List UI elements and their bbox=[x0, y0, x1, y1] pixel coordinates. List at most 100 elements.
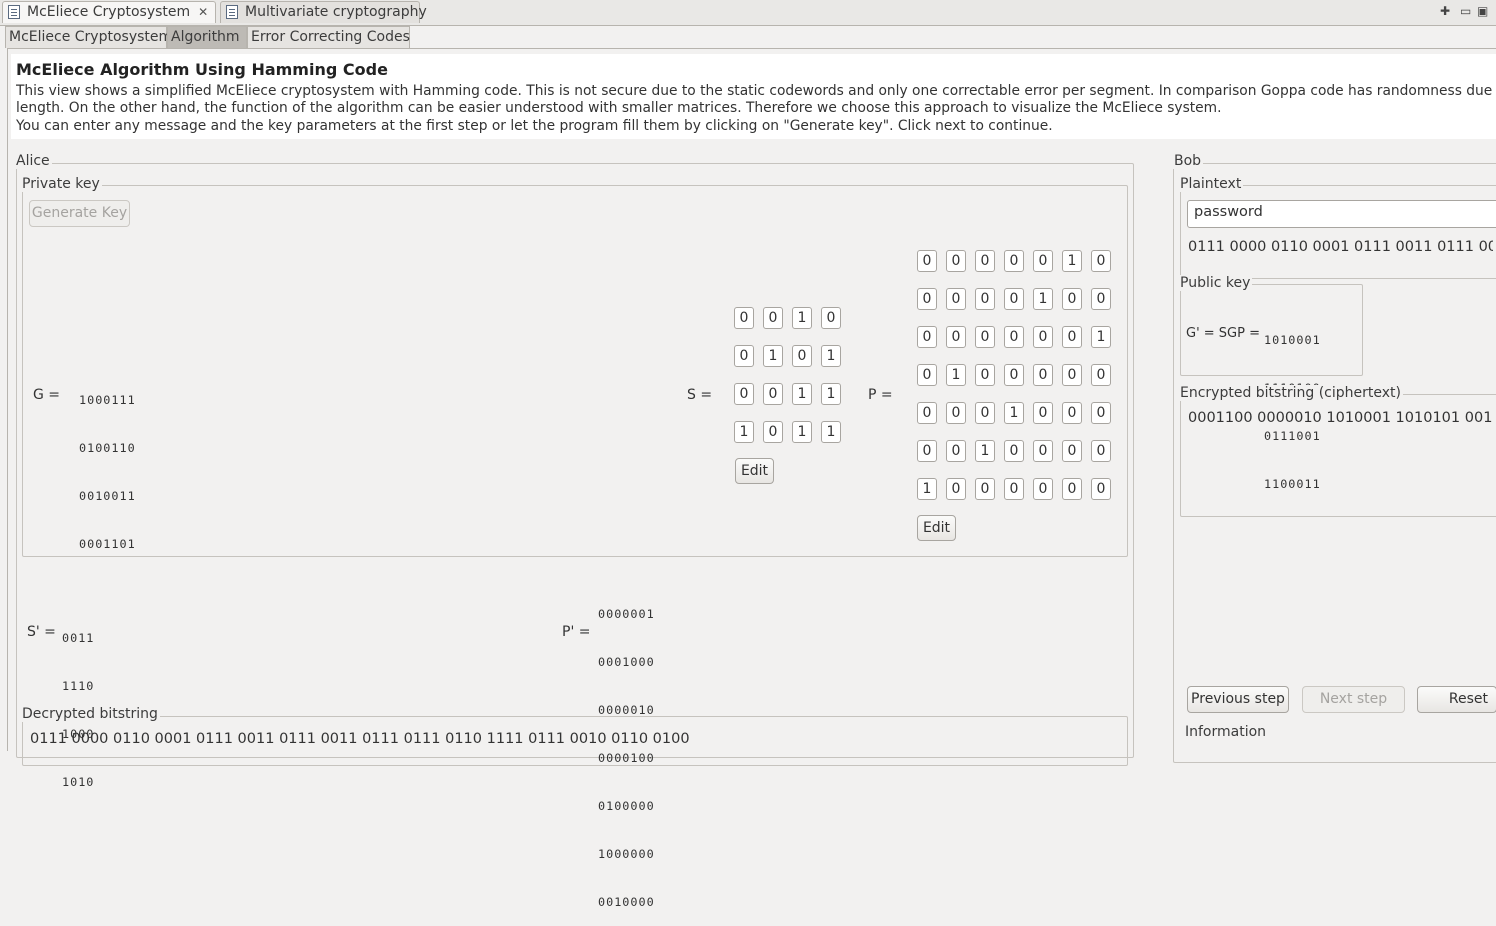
next-step-button[interactable]: Next step bbox=[1302, 686, 1405, 713]
p-cell[interactable]: 0 bbox=[917, 402, 937, 424]
s-cell[interactable]: 0 bbox=[734, 345, 754, 367]
editor-tab-bar: McEliece Cryptosystem ✕ Multivariate cryp… bbox=[0, 0, 1496, 26]
p-cell[interactable]: 0 bbox=[975, 250, 995, 272]
p-cell[interactable]: 0 bbox=[1004, 478, 1024, 500]
p-cell[interactable]: 1 bbox=[946, 364, 966, 386]
bob-label: Bob bbox=[1172, 153, 1204, 169]
s-cell[interactable]: 0 bbox=[734, 307, 754, 329]
p-cell[interactable]: 0 bbox=[975, 478, 995, 500]
p-cell[interactable]: 0 bbox=[975, 364, 995, 386]
public-key-label: Public key bbox=[1178, 275, 1253, 291]
p-cell[interactable]: 0 bbox=[975, 326, 995, 348]
public-key-g-label: G' = SGP = bbox=[1186, 326, 1260, 341]
p-cell[interactable]: 0 bbox=[946, 250, 966, 272]
p-cell[interactable]: 0 bbox=[975, 288, 995, 310]
plaintext-bits: 0111 0000 0110 0001 0111 0011 0111 0011 … bbox=[1188, 239, 1493, 255]
description-line: length. On the other hand, the function … bbox=[16, 100, 1222, 117]
s-cell[interactable]: 0 bbox=[763, 307, 783, 329]
p-cell[interactable]: 0 bbox=[917, 326, 937, 348]
p-cell[interactable]: 0 bbox=[946, 402, 966, 424]
editor-tab-mceliece[interactable]: McEliece Cryptosystem ✕ bbox=[2, 1, 216, 23]
p-cell[interactable]: 0 bbox=[1033, 478, 1053, 500]
g-matrix: 1000111 0100110 0010011 0001101 bbox=[79, 393, 136, 551]
p-cell[interactable]: 0 bbox=[1091, 288, 1111, 310]
s-cell[interactable]: 1 bbox=[763, 345, 783, 367]
private-key-label: Private key bbox=[20, 176, 102, 192]
p-cell[interactable]: 0 bbox=[917, 364, 937, 386]
p-cell[interactable]: 0 bbox=[1033, 250, 1053, 272]
p-label: P = bbox=[868, 387, 893, 403]
s-cell[interactable]: 1 bbox=[821, 345, 841, 367]
p-cell[interactable]: 0 bbox=[1004, 288, 1024, 310]
s-cell[interactable]: 1 bbox=[821, 383, 841, 405]
s-cell[interactable]: 0 bbox=[821, 307, 841, 329]
p-cell[interactable]: 0 bbox=[1004, 250, 1024, 272]
s-label: S = bbox=[687, 387, 713, 403]
p-cell[interactable]: 0 bbox=[1091, 364, 1111, 386]
p-cell[interactable]: 0 bbox=[1091, 402, 1111, 424]
s-cell[interactable]: 1 bbox=[821, 421, 841, 443]
s-cell[interactable]: 0 bbox=[763, 421, 783, 443]
document-icon bbox=[8, 5, 20, 19]
ciphertext-label: Encrypted bitstring (ciphertext) bbox=[1178, 385, 1403, 401]
p-cell[interactable]: 0 bbox=[1033, 402, 1053, 424]
p-cell[interactable]: 0 bbox=[1091, 478, 1111, 500]
description-line: You can enter any message and the key pa… bbox=[16, 117, 1053, 134]
plaintext-input[interactable]: password bbox=[1187, 200, 1496, 228]
s-cell[interactable]: 1 bbox=[792, 421, 812, 443]
p-cell[interactable]: 1 bbox=[1033, 288, 1053, 310]
editor-tab-multivariate[interactable]: Multivariate cryptography bbox=[220, 1, 427, 23]
tab-mceliece-cryptosystem[interactable]: McEliece Cryptosystem bbox=[5, 26, 172, 48]
plaintext-label: Plaintext bbox=[1178, 176, 1244, 192]
new-window-icon[interactable]: ✚ bbox=[1440, 4, 1450, 18]
tab-error-correcting-codes[interactable]: Error Correcting Codes bbox=[247, 26, 410, 48]
p-cell[interactable]: 0 bbox=[946, 440, 966, 462]
p-cell[interactable]: 1 bbox=[1004, 402, 1024, 424]
p-cell[interactable]: 0 bbox=[1033, 326, 1053, 348]
generate-key-button[interactable]: Generate Key bbox=[29, 200, 130, 227]
p-cell[interactable]: 1 bbox=[1091, 326, 1111, 348]
previous-step-button[interactable]: Previous step bbox=[1187, 686, 1289, 713]
p-cell[interactable]: 1 bbox=[1062, 250, 1082, 272]
page-title: McEliece Algorithm Using Hamming Code bbox=[16, 60, 388, 79]
p-cell[interactable]: 0 bbox=[1004, 440, 1024, 462]
minimize-icon[interactable]: ▭ bbox=[1460, 4, 1471, 18]
p-cell[interactable]: 0 bbox=[1062, 402, 1082, 424]
p-cell[interactable]: 0 bbox=[1004, 326, 1024, 348]
p-cell[interactable]: 0 bbox=[946, 288, 966, 310]
p-cell[interactable]: 0 bbox=[975, 402, 995, 424]
p-cell[interactable]: 0 bbox=[917, 440, 937, 462]
p-cell[interactable]: 0 bbox=[917, 250, 937, 272]
tab-algorithm[interactable]: Algorithm bbox=[167, 26, 247, 48]
close-icon[interactable]: ✕ bbox=[198, 5, 208, 19]
p-cell[interactable]: 0 bbox=[946, 326, 966, 348]
s-cell[interactable]: 1 bbox=[734, 421, 754, 443]
p-cell[interactable]: 0 bbox=[917, 288, 937, 310]
decrypted-bitstring: 0111 0000 0110 0001 0111 0011 0111 0011 … bbox=[30, 731, 690, 747]
p-cell[interactable]: 0 bbox=[1091, 440, 1111, 462]
p-cell[interactable]: 1 bbox=[917, 478, 937, 500]
s-cell[interactable]: 1 bbox=[792, 383, 812, 405]
reset-button[interactable]: Reset bbox=[1417, 686, 1496, 713]
p-cell[interactable]: 0 bbox=[946, 478, 966, 500]
p-cell[interactable]: 1 bbox=[975, 440, 995, 462]
p-cell[interactable]: 0 bbox=[1062, 326, 1082, 348]
p-cell[interactable]: 0 bbox=[1004, 364, 1024, 386]
p-cell[interactable]: 0 bbox=[1091, 250, 1111, 272]
s-cell[interactable]: 1 bbox=[792, 307, 812, 329]
p-cell[interactable]: 0 bbox=[1062, 288, 1082, 310]
p-cell[interactable]: 0 bbox=[1033, 440, 1053, 462]
p-cell[interactable]: 0 bbox=[1062, 440, 1082, 462]
s-inverse-matrix: 0011 1110 1000 1010 bbox=[62, 631, 95, 789]
maximize-icon[interactable]: ▣ bbox=[1477, 4, 1488, 18]
alice-label: Alice bbox=[14, 153, 52, 169]
s-cell[interactable]: 0 bbox=[763, 383, 783, 405]
p-cell[interactable]: 0 bbox=[1062, 364, 1082, 386]
p-cell[interactable]: 0 bbox=[1033, 364, 1053, 386]
description-text: This view shows a simplified McEliece cr… bbox=[16, 83, 1494, 135]
s-edit-button[interactable]: Edit bbox=[735, 458, 774, 484]
p-cell[interactable]: 0 bbox=[1062, 478, 1082, 500]
s-cell[interactable]: 0 bbox=[792, 345, 812, 367]
p-edit-button[interactable]: Edit bbox=[917, 515, 956, 541]
s-cell[interactable]: 0 bbox=[734, 383, 754, 405]
